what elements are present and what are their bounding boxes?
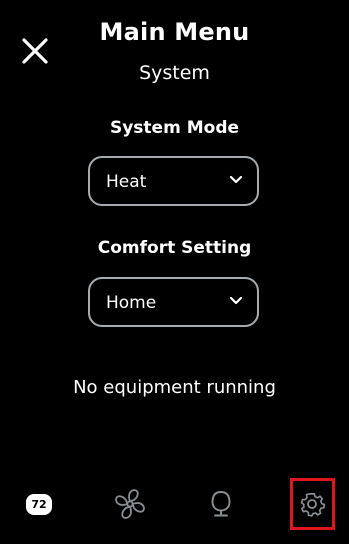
page-title: Main Menu (99, 18, 250, 46)
comfort-setting-value: Home (106, 293, 157, 313)
sensor-icon (211, 491, 231, 517)
nav-sensor-button[interactable] (199, 478, 243, 530)
page-subtitle: System (139, 62, 210, 84)
equipment-status: No equipment running (73, 377, 276, 398)
system-mode-value: Heat (106, 172, 147, 192)
bottom-nav: 72 (0, 478, 349, 534)
nav-settings-button[interactable] (290, 478, 334, 530)
chevron-down-icon (229, 175, 243, 185)
comfort-setting-select[interactable]: Home (88, 277, 259, 327)
gear-icon (300, 493, 326, 517)
comfort-setting-label: Comfort Setting (97, 238, 252, 258)
chevron-down-icon (229, 296, 243, 306)
fan-icon (115, 489, 145, 519)
temperature-icon: 72 (26, 494, 52, 515)
main-menu-screen: Main Menu System System Mode Heat Comfor… (0, 0, 349, 544)
system-mode-label: System Mode (109, 118, 240, 138)
system-mode-select[interactable]: Heat (88, 156, 259, 206)
nav-fan-button[interactable] (108, 478, 152, 530)
nav-home-button[interactable]: 72 (17, 478, 61, 530)
